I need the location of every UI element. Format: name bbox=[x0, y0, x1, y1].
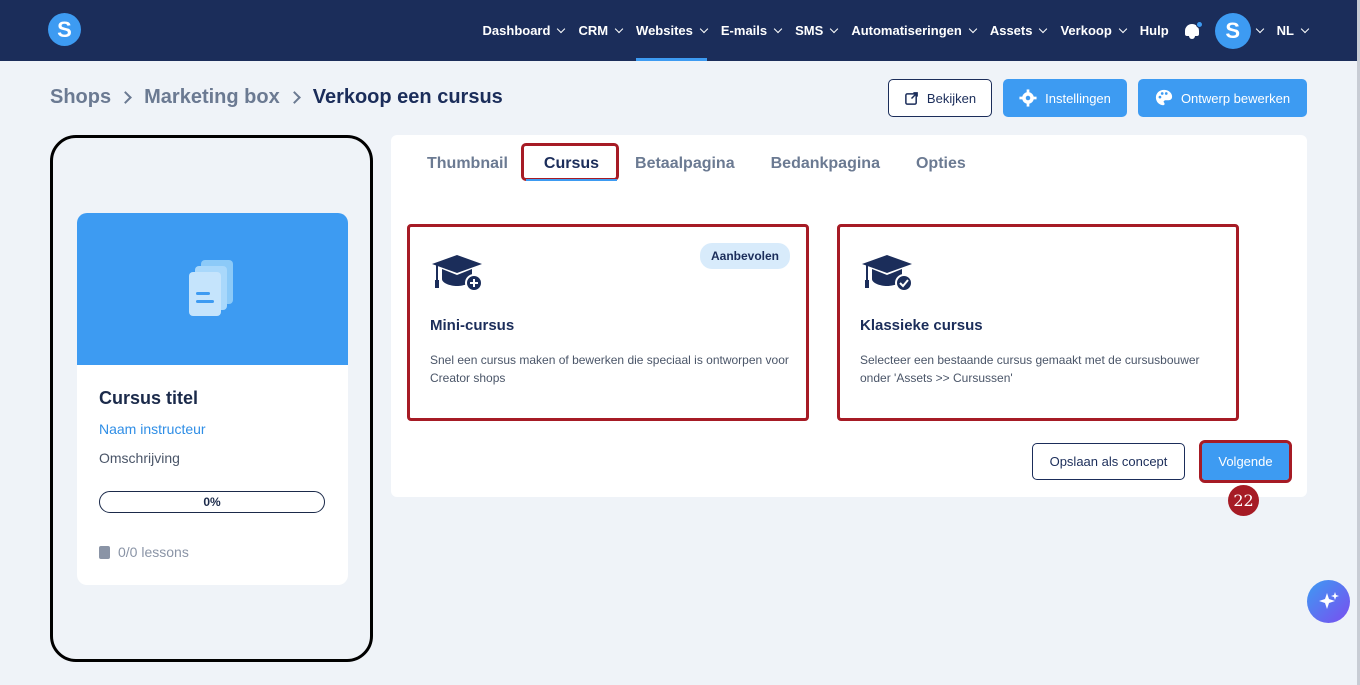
avatar-menu[interactable] bbox=[1255, 0, 1264, 61]
chevron-down-icon bbox=[1255, 24, 1264, 33]
sparkle-icon bbox=[1318, 591, 1339, 609]
settings-button[interactable]: Instellingen bbox=[1003, 79, 1127, 117]
notification-dot bbox=[1195, 20, 1203, 28]
nav-label: Automatiseringen bbox=[851, 23, 962, 38]
tab-course[interactable]: Cursus bbox=[525, 155, 618, 181]
tab-thumbnail[interactable]: Thumbnail bbox=[427, 155, 508, 173]
nav-item-sms[interactable]: SMS bbox=[795, 0, 839, 61]
gear-icon bbox=[1019, 89, 1037, 107]
save-draft-button[interactable]: Opslaan als concept bbox=[1032, 443, 1185, 480]
nav-item-assets[interactable]: Assets bbox=[989, 0, 1048, 61]
nav-label: SMS bbox=[795, 23, 824, 38]
edit-design-button[interactable]: Ontwerp bewerken bbox=[1138, 79, 1307, 117]
view-button[interactable]: Bekijken bbox=[888, 79, 992, 117]
recommended-badge: Aanbevolen bbox=[699, 243, 790, 269]
chevron-down-icon bbox=[1300, 24, 1310, 33]
next-button[interactable]: Volgende bbox=[1199, 440, 1292, 483]
language-selector[interactable]: NL bbox=[1276, 0, 1310, 61]
nav-label: Hulp bbox=[1139, 23, 1169, 38]
chevron-right-icon bbox=[287, 91, 301, 104]
nav-label: Verkoop bbox=[1060, 23, 1112, 38]
view-button-label: Bekijken bbox=[926, 90, 977, 106]
graduation-cap-check-icon bbox=[862, 255, 913, 292]
settings-button-label: Instellingen bbox=[1045, 90, 1111, 106]
top-navigation-bar: S Dashboard CRM Websites E-mails SMS Aut… bbox=[0, 0, 1360, 61]
avatar[interactable]: S bbox=[1214, 12, 1251, 49]
breadcrumb-shops[interactable]: Shops bbox=[50, 86, 111, 109]
nav-item-websites[interactable]: Websites bbox=[636, 0, 709, 61]
step-number-badge: 22 bbox=[1228, 485, 1259, 516]
nav-item-automations[interactable]: Automatiseringen bbox=[851, 0, 978, 61]
tab-options[interactable]: Opties bbox=[916, 155, 966, 173]
mini-course-option[interactable]: Aanbevolen Mini-cursus Snel een cursus m… bbox=[407, 224, 809, 421]
chevron-down-icon bbox=[968, 24, 978, 33]
course-preview-card: Cursus titel Naam instructeur Omschrijvi… bbox=[77, 213, 348, 585]
classic-course-option[interactable]: Klassieke cursus Selecteer een bestaande… bbox=[837, 224, 1239, 421]
document-icon bbox=[99, 545, 110, 559]
chevron-down-icon bbox=[830, 24, 839, 33]
bell-icon[interactable] bbox=[1183, 20, 1203, 40]
tab-thank-you-page[interactable]: Bedankpagina bbox=[771, 155, 880, 173]
course-thumbnail bbox=[77, 213, 348, 365]
document-icon bbox=[189, 260, 233, 316]
course-title: Cursus titel bbox=[99, 388, 199, 408]
classic-course-description: Selecteer een bestaande cursus gemaakt m… bbox=[860, 353, 1200, 385]
chevron-down-icon bbox=[773, 24, 783, 33]
chevron-down-icon bbox=[614, 24, 624, 33]
external-link-icon bbox=[905, 91, 918, 105]
nav-label: CRM bbox=[578, 23, 609, 38]
tab-payment-page[interactable]: Betaalpagina bbox=[635, 155, 735, 173]
mobile-preview: Cursus titel Naam instructeur Omschrijvi… bbox=[50, 135, 373, 662]
tab-bar: Thumbnail Cursus Betaalpagina Bedankpagi… bbox=[427, 155, 1002, 181]
app-logo[interactable]: S bbox=[48, 13, 81, 46]
nav-label: E-mails bbox=[720, 23, 768, 38]
nav-label: Assets bbox=[989, 23, 1033, 38]
nav-item-help[interactable]: Hulp bbox=[1140, 0, 1169, 61]
chevron-down-icon bbox=[1118, 24, 1128, 33]
instructor-name: Naam instructeur bbox=[99, 421, 206, 437]
progress-bar: 0% bbox=[99, 491, 325, 513]
nav-label: Dashboard bbox=[482, 23, 551, 38]
chevron-down-icon bbox=[1039, 24, 1048, 33]
nav-label: Websites bbox=[636, 23, 693, 38]
course-description: Omschrijving bbox=[99, 450, 180, 466]
nav-item-dashboard[interactable]: Dashboard bbox=[482, 0, 566, 61]
lessons-count: 0/0 lessons bbox=[99, 544, 189, 560]
nav-item-crm[interactable]: CRM bbox=[578, 0, 624, 61]
edit-design-button-label: Ontwerp bewerken bbox=[1180, 90, 1291, 106]
course-settings-panel: Thumbnail Cursus Betaalpagina Bedankpagi… bbox=[391, 135, 1307, 497]
lessons-label: 0/0 lessons bbox=[118, 544, 189, 560]
language-label: NL bbox=[1276, 23, 1294, 38]
chevron-down-icon bbox=[699, 24, 709, 33]
breadcrumb: Shops Marketing box Verkoop een cursus bbox=[50, 86, 503, 109]
chevron-down-icon bbox=[557, 24, 566, 33]
classic-course-title: Klassieke cursus bbox=[860, 317, 983, 334]
mini-course-description: Snel een cursus maken of bewerken die sp… bbox=[430, 353, 789, 385]
breadcrumb-marketing-box[interactable]: Marketing box bbox=[144, 86, 280, 109]
progress-label: 0% bbox=[203, 495, 221, 509]
nav-item-sales[interactable]: Verkoop bbox=[1060, 0, 1128, 61]
chevron-right-icon bbox=[119, 91, 132, 104]
nav-item-emails[interactable]: E-mails bbox=[720, 0, 783, 61]
main-nav: Dashboard CRM Websites E-mails SMS Autom… bbox=[469, 0, 1310, 61]
mini-course-title: Mini-cursus bbox=[430, 317, 515, 334]
ai-assistant-button[interactable] bbox=[1307, 580, 1350, 623]
page-title: Verkoop een cursus bbox=[312, 86, 503, 108]
graduation-cap-plus-icon bbox=[432, 255, 483, 292]
palette-icon bbox=[1155, 89, 1173, 106]
